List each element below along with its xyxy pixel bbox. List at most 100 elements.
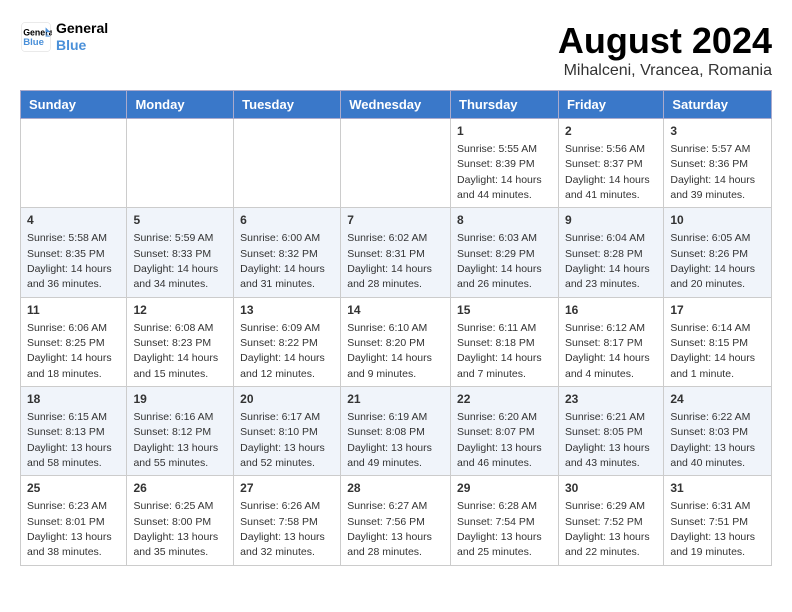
- day-info: Sunrise: 5:55 AM Sunset: 8:39 PM Dayligh…: [457, 143, 542, 201]
- logo: General Blue General Blue: [20, 20, 108, 54]
- day-header-saturday: Saturday: [664, 91, 772, 119]
- day-info: Sunrise: 5:57 AM Sunset: 8:36 PM Dayligh…: [670, 143, 755, 201]
- day-info: Sunrise: 6:21 AM Sunset: 8:05 PM Dayligh…: [565, 411, 650, 469]
- day-info: Sunrise: 6:11 AM Sunset: 8:18 PM Dayligh…: [457, 322, 542, 380]
- day-number: 14: [347, 302, 444, 319]
- calendar-cell: 30Sunrise: 6:29 AM Sunset: 7:52 PM Dayli…: [558, 476, 663, 565]
- calendar-week-2: 4 Sunrise: 5:58 AM Sunset: 8:35 PM Daylig…: [21, 208, 772, 297]
- day-number: 22: [457, 391, 552, 408]
- day-number: 13: [240, 302, 334, 319]
- logo-text-general: General: [56, 20, 108, 37]
- day-number: 6: [240, 212, 334, 229]
- calendar-cell: 5 Sunrise: 5:59 AM Sunset: 8:33 PM Daylig…: [127, 208, 234, 297]
- calendar-cell: 25 Sunrise: 6:23 AM Sunset: 8:01 PM Dayli…: [21, 476, 127, 565]
- calendar-cell: 12Sunrise: 6:08 AM Sunset: 8:23 PM Dayli…: [127, 297, 234, 386]
- calendar-cell: 18 Sunrise: 6:15 AM Sunset: 8:13 PM Dayli…: [21, 387, 127, 476]
- day-number: 1: [457, 123, 552, 140]
- day-number: 8: [457, 212, 552, 229]
- calendar-cell: 29Sunrise: 6:28 AM Sunset: 7:54 PM Dayli…: [451, 476, 559, 565]
- day-info: Sunrise: 6:09 AM Sunset: 8:22 PM Dayligh…: [240, 322, 325, 380]
- day-info: Sunrise: 6:08 AM Sunset: 8:23 PM Dayligh…: [133, 322, 218, 380]
- calendar-table: SundayMondayTuesdayWednesdayThursdayFrid…: [20, 90, 772, 566]
- day-number: 27: [240, 480, 334, 497]
- day-info: Sunrise: 6:20 AM Sunset: 8:07 PM Dayligh…: [457, 411, 542, 469]
- calendar-week-5: 25 Sunrise: 6:23 AM Sunset: 8:01 PM Dayli…: [21, 476, 772, 565]
- day-info: Sunrise: 6:22 AM Sunset: 8:03 PM Dayligh…: [670, 411, 755, 469]
- day-info: Sunrise: 5:56 AM Sunset: 8:37 PM Dayligh…: [565, 143, 650, 201]
- calendar-cell: 9 Sunrise: 6:04 AM Sunset: 8:28 PM Daylig…: [558, 208, 663, 297]
- location-subtitle: Mihalceni, Vrancea, Romania: [558, 62, 772, 80]
- day-info: Sunrise: 6:12 AM Sunset: 8:17 PM Dayligh…: [565, 322, 650, 380]
- calendar-cell: [341, 119, 451, 208]
- title-block: August 2024 Mihalceni, Vrancea, Romania: [558, 20, 772, 80]
- calendar-week-4: 18 Sunrise: 6:15 AM Sunset: 8:13 PM Dayli…: [21, 387, 772, 476]
- calendar-cell: 11Sunrise: 6:06 AM Sunset: 8:25 PM Dayli…: [21, 297, 127, 386]
- calendar-cell: 2 Sunrise: 5:56 AM Sunset: 8:37 PM Daylig…: [558, 119, 663, 208]
- calendar-week-3: 11Sunrise: 6:06 AM Sunset: 8:25 PM Dayli…: [21, 297, 772, 386]
- day-info: Sunrise: 6:00 AM Sunset: 8:32 PM Dayligh…: [240, 232, 325, 290]
- calendar-cell: 8 Sunrise: 6:03 AM Sunset: 8:29 PM Daylig…: [451, 208, 559, 297]
- day-header-friday: Friday: [558, 91, 663, 119]
- day-number: 2: [565, 123, 657, 140]
- day-info: Sunrise: 6:26 AM Sunset: 7:58 PM Dayligh…: [240, 500, 325, 558]
- day-info: Sunrise: 6:31 AM Sunset: 7:51 PM Dayligh…: [670, 500, 755, 558]
- day-info: Sunrise: 6:06 AM Sunset: 8:25 PM Dayligh…: [27, 322, 112, 380]
- day-number: 30: [565, 480, 657, 497]
- day-number: 28: [347, 480, 444, 497]
- day-info: Sunrise: 6:17 AM Sunset: 8:10 PM Dayligh…: [240, 411, 325, 469]
- day-info: Sunrise: 5:59 AM Sunset: 8:33 PM Dayligh…: [133, 232, 218, 290]
- calendar-cell: 15 Sunrise: 6:11 AM Sunset: 8:18 PM Dayli…: [451, 297, 559, 386]
- day-info: Sunrise: 5:58 AM Sunset: 8:35 PM Dayligh…: [27, 232, 112, 290]
- day-number: 4: [27, 212, 120, 229]
- day-number: 24: [670, 391, 765, 408]
- calendar-cell: 20Sunrise: 6:17 AM Sunset: 8:10 PM Dayli…: [234, 387, 341, 476]
- day-number: 9: [565, 212, 657, 229]
- svg-text:Blue: Blue: [23, 37, 44, 48]
- day-info: Sunrise: 6:04 AM Sunset: 8:28 PM Dayligh…: [565, 232, 650, 290]
- day-info: Sunrise: 6:02 AM Sunset: 8:31 PM Dayligh…: [347, 232, 432, 290]
- day-info: Sunrise: 6:16 AM Sunset: 8:12 PM Dayligh…: [133, 411, 218, 469]
- day-number: 18: [27, 391, 120, 408]
- day-info: Sunrise: 6:25 AM Sunset: 8:00 PM Dayligh…: [133, 500, 218, 558]
- day-header-monday: Monday: [127, 91, 234, 119]
- logo-text-blue: Blue: [56, 37, 108, 54]
- day-info: Sunrise: 6:03 AM Sunset: 8:29 PM Dayligh…: [457, 232, 542, 290]
- calendar-cell: 21Sunrise: 6:19 AM Sunset: 8:08 PM Dayli…: [341, 387, 451, 476]
- calendar-cell: 22 Sunrise: 6:20 AM Sunset: 8:07 PM Dayli…: [451, 387, 559, 476]
- calendar-cell: 26 Sunrise: 6:25 AM Sunset: 8:00 PM Dayli…: [127, 476, 234, 565]
- day-number: 15: [457, 302, 552, 319]
- day-number: 19: [133, 391, 227, 408]
- day-number: 5: [133, 212, 227, 229]
- day-number: 23: [565, 391, 657, 408]
- calendar-cell: 13 Sunrise: 6:09 AM Sunset: 8:22 PM Dayli…: [234, 297, 341, 386]
- calendar-week-1: 1 Sunrise: 5:55 AM Sunset: 8:39 PM Daylig…: [21, 119, 772, 208]
- calendar-cell: [21, 119, 127, 208]
- calendar-cell: 1 Sunrise: 5:55 AM Sunset: 8:39 PM Daylig…: [451, 119, 559, 208]
- day-info: Sunrise: 6:19 AM Sunset: 8:08 PM Dayligh…: [347, 411, 432, 469]
- calendar-cell: [234, 119, 341, 208]
- day-info: Sunrise: 6:27 AM Sunset: 7:56 PM Dayligh…: [347, 500, 432, 558]
- calendar-cell: 4 Sunrise: 5:58 AM Sunset: 8:35 PM Daylig…: [21, 208, 127, 297]
- day-number: 26: [133, 480, 227, 497]
- calendar-cell: 19 Sunrise: 6:16 AM Sunset: 8:12 PM Dayli…: [127, 387, 234, 476]
- day-header-wednesday: Wednesday: [341, 91, 451, 119]
- calendar-cell: 3 Sunrise: 5:57 AM Sunset: 8:36 PM Daylig…: [664, 119, 772, 208]
- day-number: 3: [670, 123, 765, 140]
- day-info: Sunrise: 6:23 AM Sunset: 8:01 PM Dayligh…: [27, 500, 112, 558]
- day-info: Sunrise: 6:15 AM Sunset: 8:13 PM Dayligh…: [27, 411, 112, 469]
- calendar-cell: 24 Sunrise: 6:22 AM Sunset: 8:03 PM Dayli…: [664, 387, 772, 476]
- day-header-tuesday: Tuesday: [234, 91, 341, 119]
- day-number: 25: [27, 480, 120, 497]
- day-number: 10: [670, 212, 765, 229]
- calendar-header-row: SundayMondayTuesdayWednesdayThursdayFrid…: [21, 91, 772, 119]
- calendar-cell: 27 Sunrise: 6:26 AM Sunset: 7:58 PM Dayli…: [234, 476, 341, 565]
- calendar-cell: 16Sunrise: 6:12 AM Sunset: 8:17 PM Dayli…: [558, 297, 663, 386]
- month-year-title: August 2024: [558, 20, 772, 62]
- day-number: 29: [457, 480, 552, 497]
- calendar-cell: 10Sunrise: 6:05 AM Sunset: 8:26 PM Dayli…: [664, 208, 772, 297]
- day-number: 31: [670, 480, 765, 497]
- logo-icon: General Blue: [20, 21, 52, 53]
- day-number: 17: [670, 302, 765, 319]
- day-info: Sunrise: 6:10 AM Sunset: 8:20 PM Dayligh…: [347, 322, 432, 380]
- day-info: Sunrise: 6:14 AM Sunset: 8:15 PM Dayligh…: [670, 322, 755, 380]
